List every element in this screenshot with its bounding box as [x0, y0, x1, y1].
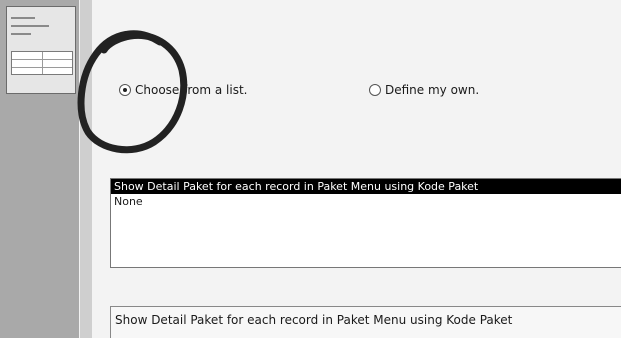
define-my-own-option[interactable]: Define my own.: [369, 79, 479, 101]
relationship-list[interactable]: Show Detail Paket for each record in Pak…: [110, 178, 621, 268]
define-my-own-label: Define my own.: [385, 83, 480, 97]
choose-from-list-option[interactable]: Choose from a list.: [119, 79, 247, 101]
preview-grid: [11, 51, 73, 75]
form-preview-thumbnail: [6, 6, 76, 94]
wizard-main-panel: [92, 0, 621, 338]
list-item[interactable]: Show Detail Paket for each record in Pak…: [111, 179, 621, 194]
choose-from-list-label: Choose from a list.: [135, 83, 248, 97]
preview-pane: [0, 0, 79, 338]
pane-divider[interactable]: [80, 0, 92, 338]
radio-unselected-icon[interactable]: [369, 84, 381, 96]
selection-description: Show Detail Paket for each record in Pak…: [110, 306, 621, 338]
list-item[interactable]: None: [111, 194, 621, 209]
radio-selected-icon[interactable]: [119, 84, 131, 96]
